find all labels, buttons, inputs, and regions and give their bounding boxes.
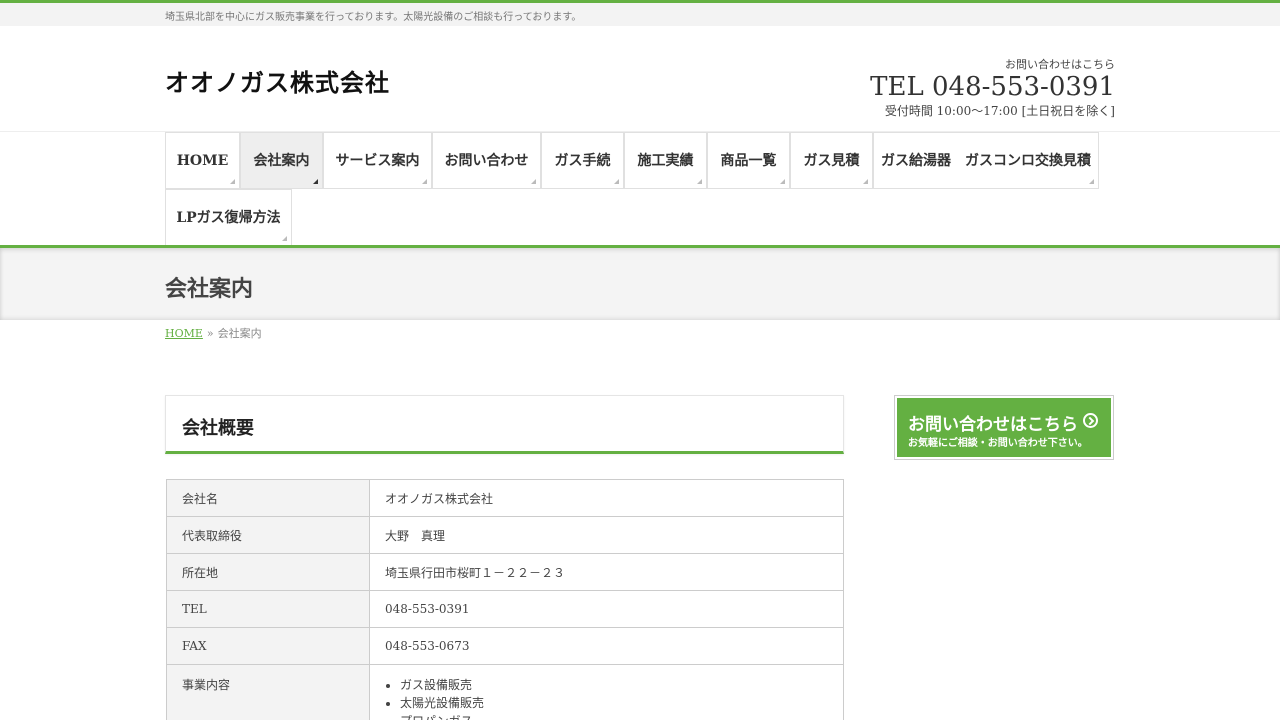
banner-subtitle: お気軽にご相談・お問い合わせ下さい。 — [908, 438, 1088, 449]
contact-banner-inner: お問い合わせはこちら お気軽にご相談・お問い合わせ下さい。 — [897, 398, 1111, 457]
corner-triangle-icon — [614, 179, 619, 184]
corner-triangle-icon — [282, 236, 287, 241]
section-heading-box: 会社概要 — [165, 395, 844, 454]
nav-item-label: サービス案内 — [335, 153, 420, 169]
nav-item-gas-estimate[interactable]: ガス見積 — [790, 132, 873, 189]
breadcrumb-current: 会社案内 — [217, 327, 262, 340]
banner-title: お問い合わせはこちら — [908, 415, 1078, 435]
page-title: 会社案内 — [165, 276, 254, 302]
nav-item-label: HOME — [176, 153, 229, 169]
nav-item-label: LPガス復帰方法 — [176, 210, 281, 226]
table-row: TEL 048-553-0391 — [166, 590, 844, 628]
corner-triangle-icon — [697, 179, 702, 184]
nav-item-label: ガス見積 — [803, 153, 860, 169]
table-row: 事業内容 ガス設備販売 太陽光設備販売 プロパンガス — [166, 664, 844, 720]
nav-item-heater-estimate[interactable]: ガス給湯器 ガスコンロ交換見積 — [873, 132, 1099, 189]
nav-item-products[interactable]: 商品一覧 — [707, 132, 790, 189]
header-contact: お問い合わせはこちら TEL 048-553-0391 受付時間 10:00～1… — [870, 56, 1115, 119]
corner-triangle-icon — [422, 179, 427, 184]
contact-tel[interactable]: TEL 048-553-0391 — [870, 73, 1115, 101]
nav-item-works[interactable]: 施工実績 — [624, 132, 707, 189]
breadcrumb-home-link[interactable]: HOME — [165, 327, 203, 340]
corner-triangle-icon — [863, 179, 868, 184]
nav-item-label: 商品一覧 — [720, 153, 777, 169]
list-item: プロパンガス — [400, 712, 828, 720]
table-row: 所在地 埼玉県行田市桜町１－２２－２３ — [166, 553, 844, 591]
table-key: TEL — [166, 590, 370, 628]
table-key: FAX — [166, 627, 370, 665]
corner-triangle-icon — [531, 179, 536, 184]
corner-triangle-icon — [1089, 179, 1094, 184]
list-item: ガス設備販売 — [400, 676, 828, 694]
nav-item-contact[interactable]: お問い合わせ — [432, 132, 541, 189]
table-value: オオノガス株式会社 — [369, 479, 844, 517]
site-description: 埼玉県北部を中心にガス販売事業を行っております。太陽光設備のご相談も行っておりま… — [165, 12, 582, 23]
contact-banner[interactable]: お問い合わせはこちら お気軽にご相談・お問い合わせ下さい。 — [894, 395, 1114, 460]
top-bar: 埼玉県北部を中心にガス販売事業を行っております。太陽光設備のご相談も行っておりま… — [0, 3, 1280, 26]
list-item: 太陽光設備販売 — [400, 694, 828, 712]
breadcrumb-separator: » — [206, 327, 214, 340]
site-logo[interactable]: オオノガス株式会社 — [165, 63, 390, 98]
table-key: 会社名 — [166, 479, 370, 517]
nav-item-gas-procedure[interactable]: ガス手続 — [541, 132, 624, 189]
circle-arrow-right-icon — [1083, 413, 1098, 428]
contact-hours: 受付時間 10:00～17:00 [土日祝日を除く] — [884, 104, 1115, 118]
table-value: 埼玉県行田市桜町１－２２－２３ — [369, 553, 844, 591]
table-key: 所在地 — [166, 553, 370, 591]
table-key: 事業内容 — [166, 664, 370, 720]
section-title: 会社概要 — [182, 418, 254, 439]
table-value: 大野 真理 — [369, 516, 844, 554]
table-key: 代表取締役 — [166, 516, 370, 554]
breadcrumb: HOME» 会社案内 — [165, 325, 262, 341]
nav-item-company[interactable]: 会社案内 — [240, 132, 323, 189]
nav-item-label: ガス給湯器 ガスコンロ交換見積 — [881, 153, 1091, 169]
nav-item-home[interactable]: HOME — [165, 132, 240, 189]
business-list: ガス設備販売 太陽光設備販売 プロパンガス — [385, 676, 828, 720]
company-info-table: 会社名 オオノガス株式会社 代表取締役 大野 真理 所在地 埼玉県行田市桜町１－… — [166, 479, 844, 720]
nav-item-label: ガス手続 — [554, 153, 611, 169]
nav-item-lpgas-recovery[interactable]: LPガス復帰方法 — [165, 189, 292, 246]
table-row: 会社名 オオノガス株式会社 — [166, 479, 844, 517]
table-value: ガス設備販売 太陽光設備販売 プロパンガス — [369, 664, 844, 720]
table-row: FAX 048-553-0673 — [166, 627, 844, 665]
nav-item-label: 施工実績 — [637, 153, 694, 169]
corner-triangle-icon — [230, 179, 235, 184]
nav-item-label: 会社案内 — [253, 153, 310, 169]
corner-triangle-icon — [780, 179, 785, 184]
table-row: 代表取締役 大野 真理 — [166, 516, 844, 554]
nav-item-label: お問い合わせ — [444, 153, 529, 169]
table-value: 048-553-0673 — [369, 627, 844, 665]
contact-label: お問い合わせはこちら — [1005, 58, 1115, 71]
table-value: 048-553-0391 — [369, 590, 844, 628]
corner-triangle-icon — [313, 179, 318, 184]
nav-item-services[interactable]: サービス案内 — [323, 132, 432, 189]
